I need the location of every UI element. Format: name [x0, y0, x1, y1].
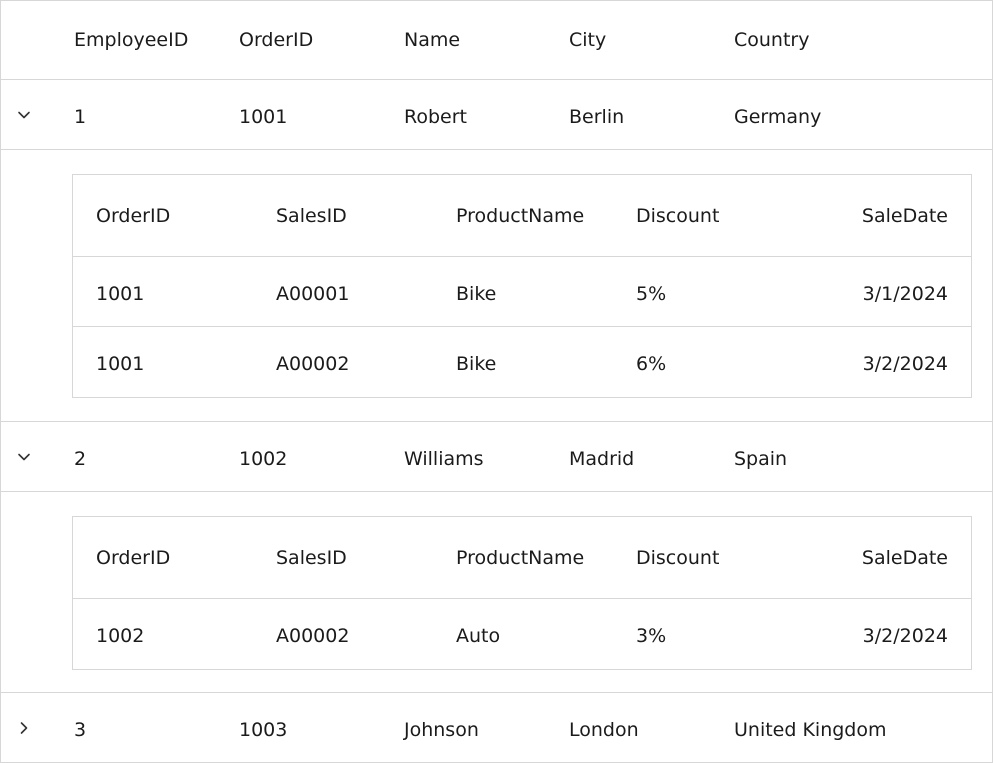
detail-row: OrderID SalesID ProductName Discount Sal… — [1, 150, 992, 422]
cell-country: Spain — [734, 448, 788, 470]
column-header-country[interactable]: Country — [734, 31, 809, 50]
grid-header: EmployeeID OrderID Name City Country — [1, 1, 992, 80]
detail-cell-discount: 3% — [636, 625, 667, 647]
cell-city: London — [569, 719, 639, 741]
detail-grid-header: OrderID SalesID ProductName Discount Sal… — [73, 517, 971, 599]
detail-table-row[interactable]: 1001 A00002 Bike 6% 3/2/2024 — [73, 327, 971, 397]
detail-column-header-discount[interactable]: Discount — [636, 207, 719, 226]
detail-column-header-order-id[interactable]: OrderID — [96, 549, 170, 568]
detail-cell-order-id: 1001 — [96, 353, 145, 375]
column-header-city[interactable]: City — [569, 31, 606, 50]
detail-cell-order-id: 1001 — [96, 283, 145, 305]
detail-grid: OrderID SalesID ProductName Discount Sal… — [72, 174, 972, 398]
detail-cell-sale-date: 3/2/2024 — [862, 625, 948, 647]
detail-table-row[interactable]: 1001 A00001 Bike 5% 3/1/2024 — [73, 257, 971, 327]
detail-column-header-sale-date[interactable]: SaleDate — [862, 207, 948, 226]
detail-cell-sale-date: 3/2/2024 — [862, 353, 948, 375]
cell-country: Germany — [734, 106, 822, 128]
cell-city: Madrid — [569, 448, 635, 470]
detail-cell-product-name: Bike — [456, 283, 497, 305]
cell-city: Berlin — [569, 106, 625, 128]
detail-cell-discount: 5% — [636, 283, 667, 305]
detail-cell-sale-date: 3/1/2024 — [862, 283, 948, 305]
detail-column-header-product-name[interactable]: ProductName — [456, 549, 584, 568]
column-header-order-id[interactable]: OrderID — [239, 31, 313, 50]
detail-column-header-sales-id[interactable]: SalesID — [276, 207, 347, 226]
detail-column-header-product-name[interactable]: ProductName — [456, 207, 584, 226]
table-row[interactable]: 3 1003 Johnson London United Kingdom — [1, 693, 992, 763]
cell-employee-id: 3 — [74, 719, 87, 741]
detail-cell-product-name: Auto — [456, 625, 501, 647]
master-details-grid: EmployeeID OrderID Name City Country 1 1… — [0, 0, 993, 763]
detail-cell-order-id: 1002 — [96, 625, 145, 647]
detail-cell-discount: 6% — [636, 353, 667, 375]
column-header-name[interactable]: Name — [404, 31, 460, 50]
detail-column-header-sales-id[interactable]: SalesID — [276, 549, 347, 568]
cell-order-id: 1002 — [239, 448, 288, 470]
detail-row: OrderID SalesID ProductName Discount Sal… — [1, 492, 992, 693]
detail-cell-product-name: Bike — [456, 353, 497, 375]
column-header-employee-id[interactable]: EmployeeID — [74, 31, 188, 50]
detail-grid: OrderID SalesID ProductName Discount Sal… — [72, 516, 972, 670]
chevron-down-icon[interactable] — [11, 444, 37, 470]
cell-order-id: 1001 — [239, 106, 288, 128]
cell-employee-id: 1 — [74, 106, 87, 128]
detail-column-header-sale-date[interactable]: SaleDate — [862, 549, 948, 568]
cell-order-id: 1003 — [239, 719, 288, 741]
cell-name: Robert — [404, 106, 467, 128]
table-row[interactable]: 2 1002 Williams Madrid Spain — [1, 422, 992, 492]
detail-table-row[interactable]: 1002 A00002 Auto 3% 3/2/2024 — [73, 599, 971, 669]
detail-column-header-discount[interactable]: Discount — [636, 549, 719, 568]
chevron-down-icon[interactable] — [11, 102, 37, 128]
cell-name: Williams — [404, 448, 484, 470]
cell-country: United Kingdom — [734, 719, 887, 741]
detail-cell-sales-id: A00002 — [276, 625, 350, 647]
detail-cell-sales-id: A00002 — [276, 353, 350, 375]
detail-column-header-order-id[interactable]: OrderID — [96, 207, 170, 226]
table-row[interactable]: 1 1001 Robert Berlin Germany — [1, 80, 992, 150]
chevron-right-icon[interactable] — [11, 715, 37, 741]
cell-employee-id: 2 — [74, 448, 87, 470]
detail-grid-header: OrderID SalesID ProductName Discount Sal… — [73, 175, 971, 257]
detail-cell-sales-id: A00001 — [276, 283, 350, 305]
cell-name: Johnson — [404, 719, 479, 741]
